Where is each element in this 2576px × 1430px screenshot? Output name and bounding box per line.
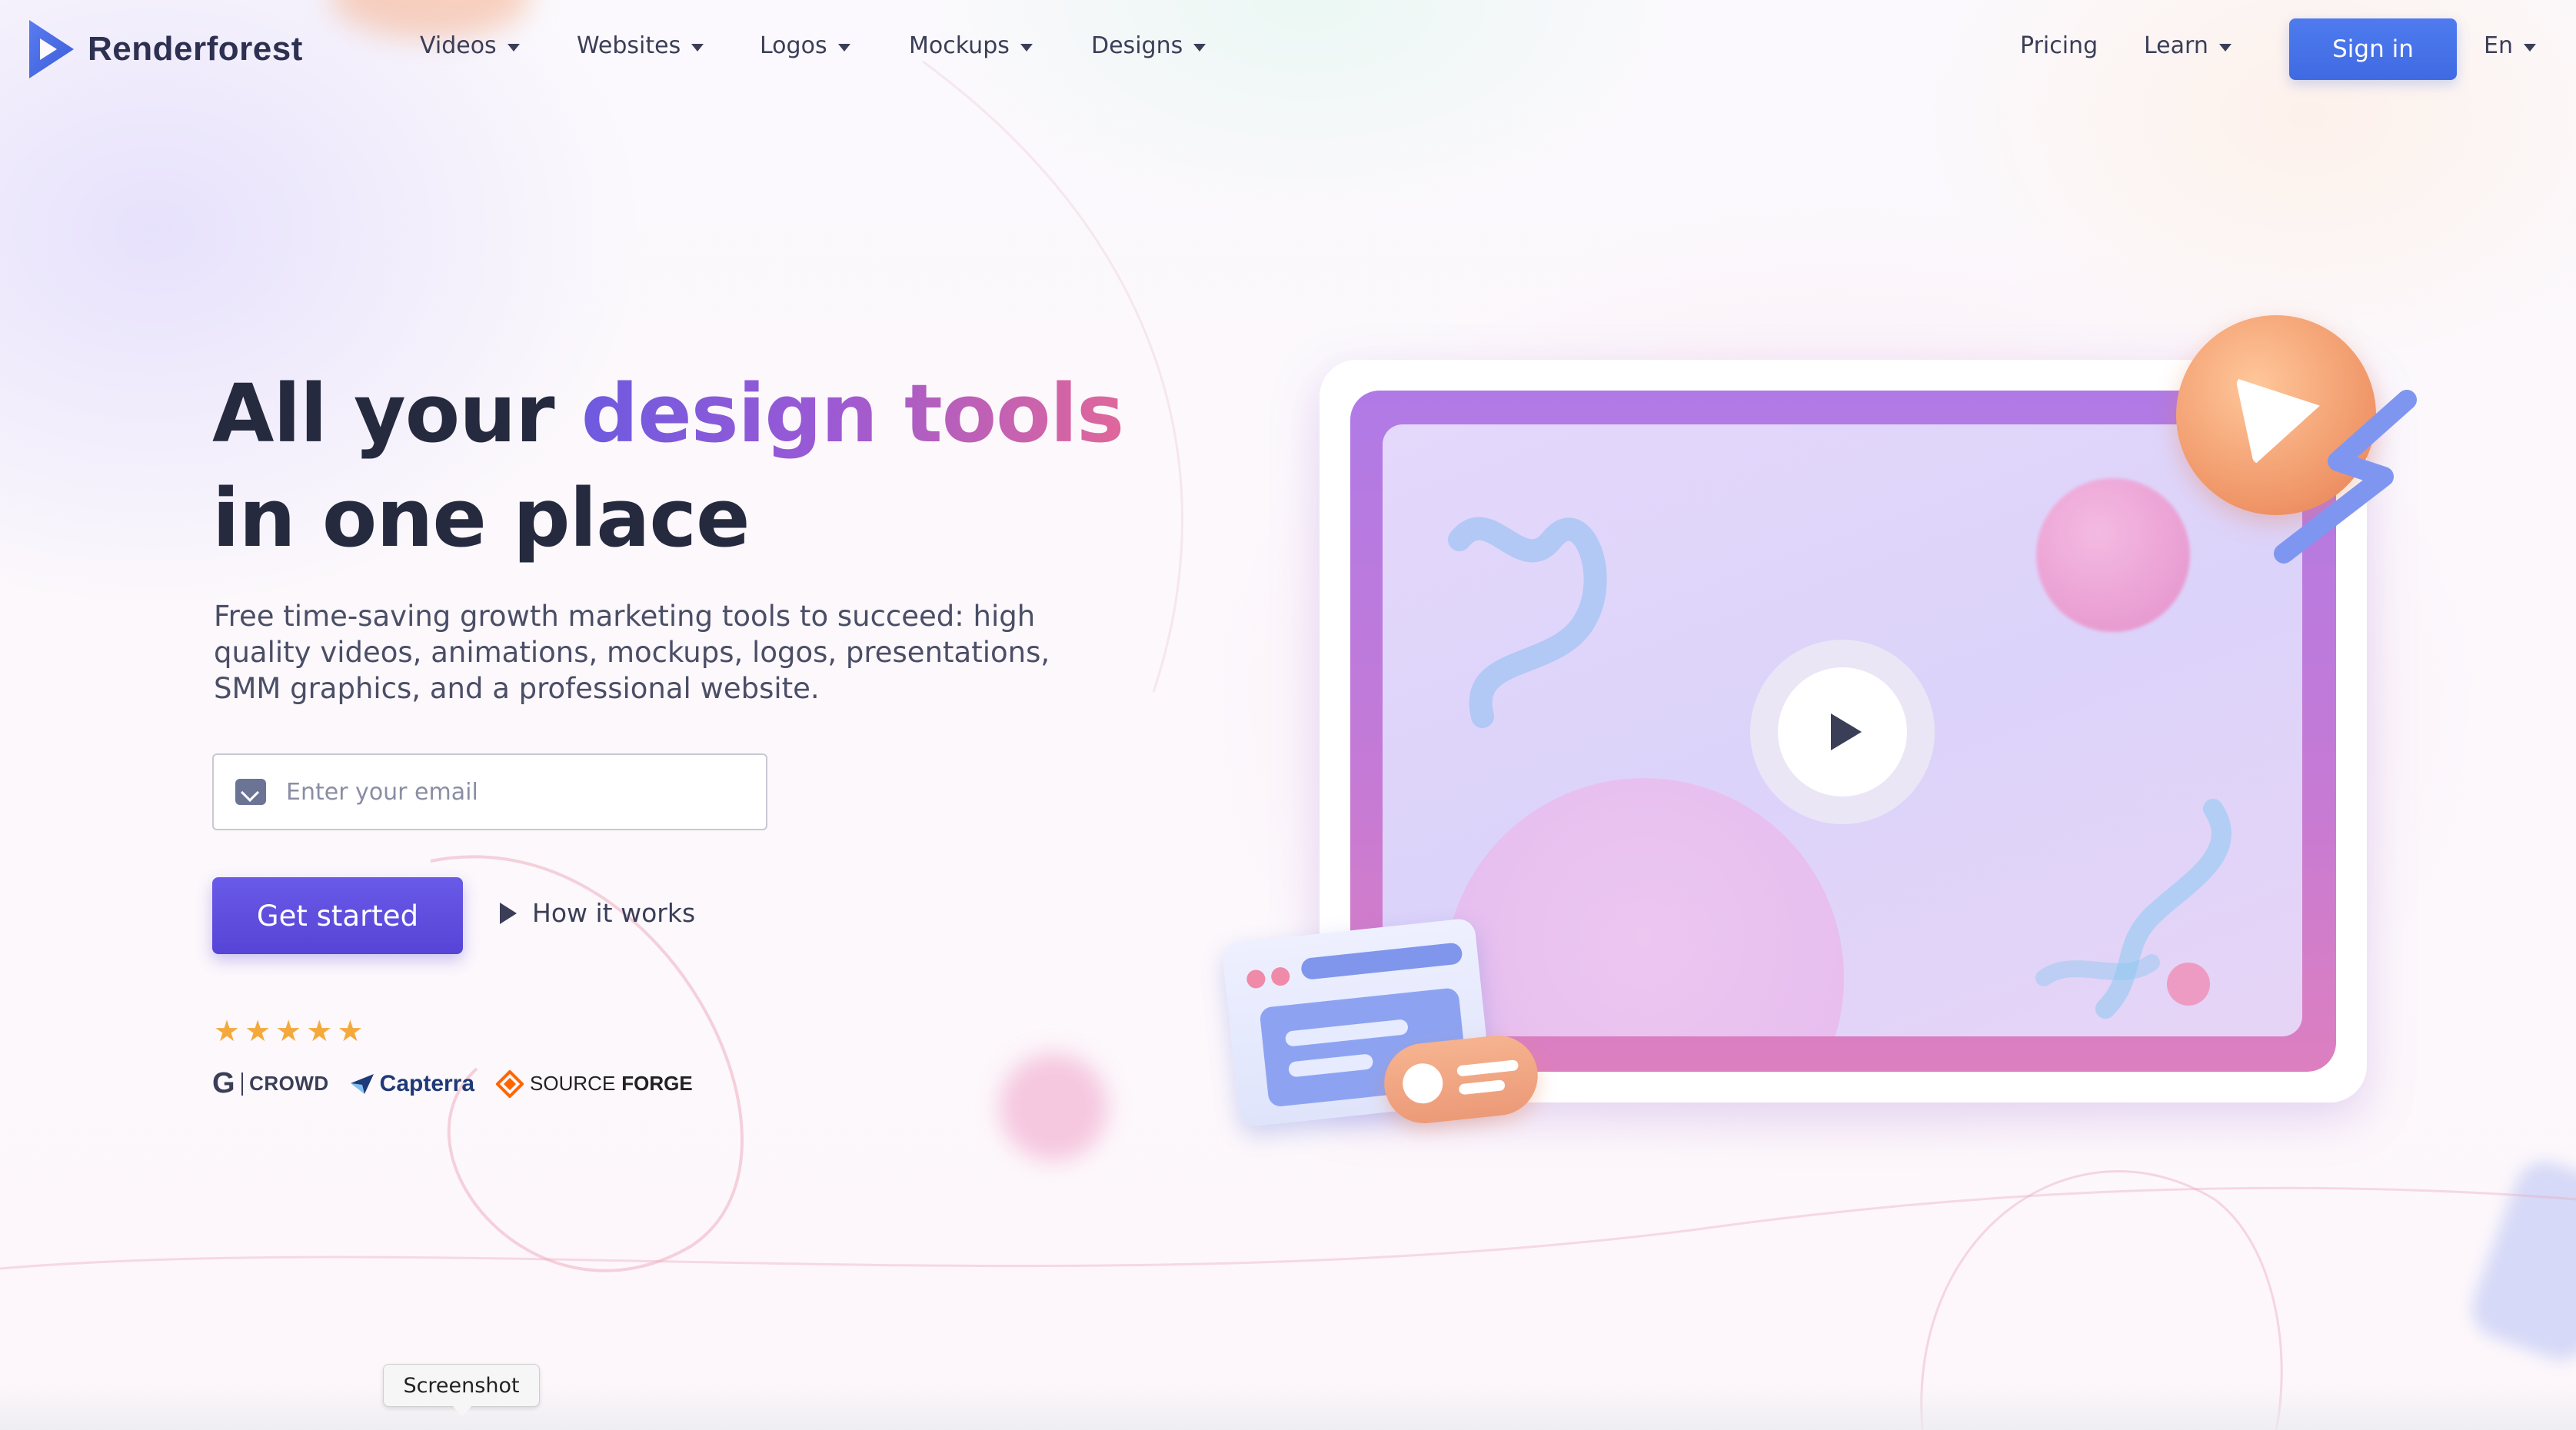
nav-label: Videos bbox=[420, 32, 497, 59]
capterra-label: Capterra bbox=[379, 1070, 475, 1096]
caret-down-icon bbox=[1020, 43, 1033, 52]
g2-label: CROWD bbox=[249, 1072, 329, 1095]
nav-mockups[interactable]: Mockups bbox=[909, 32, 1033, 59]
screenshot-tooltip: Screenshot bbox=[383, 1364, 540, 1417]
email-field[interactable] bbox=[212, 753, 767, 830]
get-started-button[interactable]: Get started bbox=[212, 877, 463, 954]
hero-title-part2: in one place bbox=[212, 471, 751, 565]
zigzag-decor-icon bbox=[2274, 390, 2417, 564]
sourceforge-label-b: FORGE bbox=[621, 1072, 693, 1095]
top-navigation: Renderforest Videos Websites Logos Mocku… bbox=[0, 0, 2576, 100]
toggle-knob bbox=[1400, 1061, 1445, 1106]
caret-down-icon bbox=[507, 43, 520, 52]
toggle-line bbox=[1456, 1059, 1519, 1077]
language-label: En bbox=[2484, 32, 2513, 59]
nav-pricing[interactable]: Pricing bbox=[2020, 32, 2098, 59]
hero-title: All your design tools in one place bbox=[212, 361, 1212, 570]
caret-down-icon bbox=[2523, 43, 2536, 52]
capterra-logo[interactable]: Capterra bbox=[350, 1070, 475, 1097]
caret-down-icon bbox=[2218, 43, 2232, 52]
sign-in-button[interactable]: Sign in bbox=[2289, 18, 2457, 80]
star-icon: ★ bbox=[306, 1014, 333, 1048]
nav-websites[interactable]: Websites bbox=[577, 32, 704, 59]
nav-label: Learn bbox=[2144, 32, 2208, 59]
how-it-works-link[interactable]: How it works bbox=[500, 898, 695, 928]
nav-label: Designs bbox=[1091, 32, 1183, 59]
toggle-line bbox=[1458, 1079, 1506, 1096]
hero-title-part1: All your bbox=[212, 367, 581, 461]
video-play-button[interactable] bbox=[1750, 640, 1935, 824]
nav-label: Logos bbox=[760, 32, 827, 59]
play-triangle-logo-icon bbox=[29, 20, 74, 78]
sourceforge-diamond-icon bbox=[496, 1069, 524, 1098]
g2-crowd-logo[interactable]: G CROWD bbox=[212, 1067, 329, 1100]
window-dot bbox=[1246, 969, 1266, 989]
sourceforge-label-a: SOURCE bbox=[530, 1072, 616, 1095]
nav-label: Mockups bbox=[909, 32, 1010, 59]
nav-label: Websites bbox=[577, 32, 681, 59]
brand-logo[interactable]: Renderforest bbox=[26, 18, 303, 80]
nav-label: Pricing bbox=[2020, 32, 2098, 59]
sourceforge-logo[interactable]: SOURCE FORGE bbox=[496, 1069, 693, 1098]
caret-down-icon bbox=[837, 43, 850, 52]
review-badges: G CROWD Capterra SOURCE FORGE bbox=[212, 1067, 693, 1100]
rating-stars: ★ ★ ★ ★ ★ bbox=[214, 1016, 363, 1046]
language-selector[interactable]: En bbox=[2484, 32, 2536, 59]
caret-down-icon bbox=[691, 43, 704, 52]
g2-icon: G bbox=[212, 1067, 236, 1099]
how-it-works-label: How it works bbox=[532, 898, 696, 928]
panel-line bbox=[1287, 1053, 1374, 1078]
play-button-inner bbox=[1778, 667, 1907, 796]
star-icon: ★ bbox=[214, 1014, 241, 1048]
capterra-arrow-icon bbox=[350, 1073, 374, 1094]
window-dot bbox=[1270, 966, 1291, 987]
nav-logos[interactable]: Logos bbox=[760, 32, 850, 59]
window-bar bbox=[1300, 942, 1463, 981]
email-input[interactable] bbox=[286, 778, 717, 806]
nav-learn[interactable]: Learn bbox=[2144, 32, 2232, 59]
nav-designs[interactable]: Designs bbox=[1091, 32, 1206, 59]
caret-down-icon bbox=[1193, 43, 1206, 52]
star-icon: ★ bbox=[337, 1014, 364, 1048]
star-icon: ★ bbox=[275, 1014, 302, 1048]
play-icon bbox=[1831, 713, 1862, 750]
hero-subtitle: Free time-saving growth marketing tools … bbox=[214, 600, 1050, 705]
star-icon: ★ bbox=[245, 1014, 271, 1048]
mail-icon bbox=[235, 779, 266, 805]
divider bbox=[241, 1072, 244, 1096]
play-icon bbox=[500, 902, 517, 924]
nav-videos[interactable]: Videos bbox=[420, 32, 520, 59]
brand-name: Renderforest bbox=[88, 30, 303, 68]
panel-line bbox=[1284, 1019, 1409, 1047]
hero-title-highlight: design tools bbox=[581, 367, 1124, 461]
